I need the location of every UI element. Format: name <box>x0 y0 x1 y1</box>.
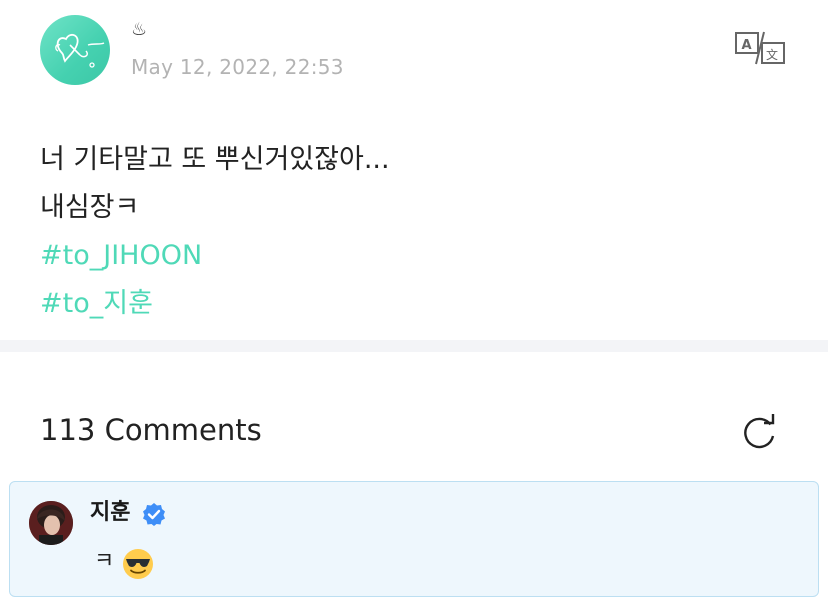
heart-doodle-icon <box>55 33 105 68</box>
post-text-line: 너 기타말고 또 뿌신거있잖아... <box>40 144 390 175</box>
post-timestamp: May 12, 2022, 22:53 <box>131 55 344 79</box>
svg-text:A: A <box>742 38 752 53</box>
author-avatar[interactable] <box>40 15 110 85</box>
comments-header: 113 Comments <box>0 352 828 472</box>
verified-badge-icon <box>142 502 166 526</box>
hashtag-link[interactable]: #to_JIHOON <box>40 232 800 280</box>
post-body: 너 기타말고 또 뿌신거있잖아... 내심장ㅋ #to_JIHOON #to_지… <box>40 136 800 328</box>
commenter-name[interactable]: 지훈 <box>90 498 130 528</box>
person-photo-icon <box>29 501 73 545</box>
post-text-line: 내심장ㅋ <box>40 192 140 223</box>
translate-button[interactable]: A 文 <box>734 30 786 66</box>
translate-icon: A 文 <box>735 31 785 65</box>
refresh-icon <box>744 414 775 449</box>
svg-text:文: 文 <box>766 47 778 62</box>
comment-text: ㅋ <box>94 549 115 574</box>
refresh-button[interactable] <box>740 412 780 452</box>
author-name[interactable]: ♨ <box>131 19 147 41</box>
comments-count: 113 Comments <box>40 413 262 447</box>
commenter-avatar[interactable] <box>29 501 73 545</box>
sunglasses-emoji-icon <box>122 548 154 580</box>
post-header: ♨ May 12, 2022, 22:53 A 文 <box>0 0 828 110</box>
comment-item[interactable]: 지훈 ㅋ <box>9 481 819 597</box>
hashtag-link[interactable]: #to_지훈 <box>40 280 800 328</box>
section-divider <box>0 340 828 352</box>
